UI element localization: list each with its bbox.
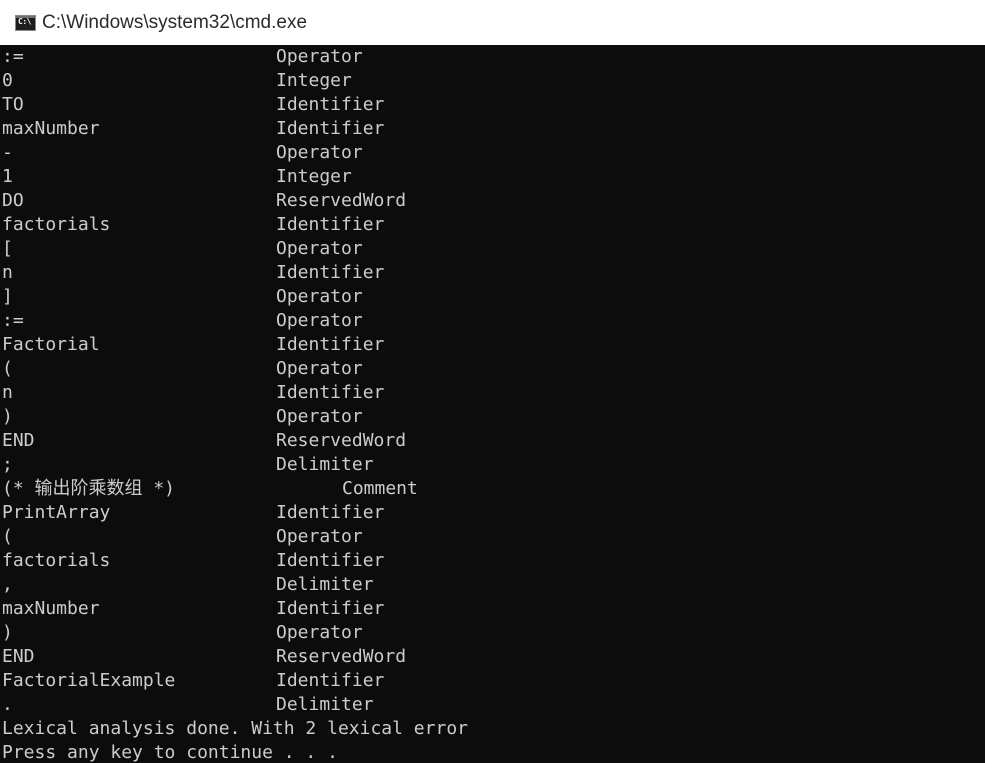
continue-prompt: Press any key to continue . . . (2, 742, 338, 763)
token-lexeme: 0 (2, 70, 13, 91)
token-type: ReservedWord (276, 190, 407, 211)
token-lexeme: DO (2, 190, 24, 211)
token-line: := Operator (2, 309, 982, 333)
token-type: Operator (276, 310, 363, 331)
token-type: Identifier (276, 118, 385, 139)
token-type: ReservedWord (276, 430, 407, 451)
token-lexeme: ] (2, 286, 13, 307)
token-line: ; Delimiter (2, 453, 982, 477)
token-line: ] Operator (2, 285, 982, 309)
token-type: Comment (342, 478, 418, 499)
token-lexeme: factorials (2, 550, 111, 571)
token-lexeme: [ (2, 238, 13, 259)
token-type: Operator (276, 238, 363, 259)
token-type: Operator (276, 286, 363, 307)
token-line: FactorialExample Identifier (2, 669, 982, 693)
token-line: 1 Integer (2, 165, 982, 189)
token-line: END ReservedWord (2, 429, 982, 453)
token-line: Factorial Identifier (2, 333, 982, 357)
token-lexeme: END (2, 646, 35, 667)
token-line: END ReservedWord (2, 645, 982, 669)
token-line: ) Operator (2, 621, 982, 645)
token-type: Operator (276, 142, 363, 163)
token-type: Identifier (276, 502, 385, 523)
token-lexeme: ) (2, 622, 13, 643)
token-line: PrintArray Identifier (2, 501, 982, 525)
token-type: Operator (276, 46, 363, 67)
token-type: Identifier (276, 382, 385, 403)
token-lexeme: - (2, 142, 13, 163)
token-lexeme: END (2, 430, 35, 451)
token-type: Identifier (276, 94, 385, 115)
token-line: factorials Identifier (2, 213, 982, 237)
token-lexeme: FactorialExample (2, 670, 176, 691)
cmd-icon[interactable]: C:\ (15, 14, 36, 31)
token-type: Integer (276, 166, 352, 187)
token-line: ( Operator (2, 357, 982, 381)
token-type: Delimiter (276, 454, 374, 475)
token-line: factorials Identifier (2, 549, 982, 573)
token-lexeme: maxNumber (2, 598, 100, 619)
token-lexeme: ) (2, 406, 13, 427)
token-lexeme: factorials (2, 214, 111, 235)
token-lexeme: PrintArray (2, 502, 111, 523)
token-lexeme: := (2, 310, 24, 331)
window-title: C:\Windows\system32\cmd.exe (42, 12, 308, 33)
token-type: Delimiter (276, 574, 374, 595)
token-type: Operator (276, 406, 363, 427)
token-lexeme: ( (2, 526, 13, 547)
token-lexeme: 1 (2, 166, 13, 187)
token-line: , Delimiter (2, 573, 982, 597)
token-lexeme: maxNumber (2, 118, 100, 139)
token-type: Identifier (276, 670, 385, 691)
token-type: Operator (276, 526, 363, 547)
token-type: Identifier (276, 262, 385, 283)
token-type: Identifier (276, 550, 385, 571)
analysis-summary: Lexical analysis done. With 2 lexical er… (2, 718, 468, 739)
token-lexeme: ( (2, 358, 13, 379)
token-type: Delimiter (276, 694, 374, 715)
title-bar[interactable]: C:\ C:\Windows\system32\cmd.exe (0, 0, 985, 45)
token-line: (* 输出阶乘数组 *) Comment (2, 477, 982, 501)
token-line: . Delimiter (2, 693, 982, 717)
token-lexeme: ; (2, 454, 13, 475)
token-type: Identifier (276, 334, 385, 355)
token-lexeme: := (2, 46, 24, 67)
token-line: n Identifier (2, 261, 982, 285)
token-line: 0 Integer (2, 69, 982, 93)
token-lexeme: n (2, 382, 13, 403)
token-lexeme: TO (2, 94, 24, 115)
token-line: - Operator (2, 141, 982, 165)
cmd-window: C:\ C:\Windows\system32\cmd.exe := Operat… (0, 0, 985, 763)
token-lexeme: (* 输出阶乘数组 *) (2, 478, 176, 499)
token-type: Operator (276, 622, 363, 643)
token-line: maxNumber Identifier (2, 117, 982, 141)
token-lexeme: Factorial (2, 334, 100, 355)
token-line: maxNumber Identifier (2, 597, 982, 621)
token-type: Identifier (276, 598, 385, 619)
token-line: ( Operator (2, 525, 982, 549)
token-lexeme: , (2, 574, 13, 595)
token-type: Identifier (276, 214, 385, 235)
token-type: ReservedWord (276, 646, 407, 667)
token-lexeme: n (2, 262, 13, 283)
token-type: Integer (276, 70, 352, 91)
cmd-icon-glyph: C:\ (18, 16, 31, 26)
token-line: n Identifier (2, 381, 982, 405)
token-line: := Operator (2, 45, 982, 69)
token-type: Operator (276, 358, 363, 379)
token-line: DO ReservedWord (2, 189, 982, 213)
token-line: TO Identifier (2, 93, 982, 117)
console-output[interactable]: := Operator 0 Integer TO Identifier maxNumber I… (0, 45, 985, 763)
token-lexeme: . (2, 694, 13, 715)
token-line: ) Operator (2, 405, 982, 429)
token-line: [ Operator (2, 237, 982, 261)
